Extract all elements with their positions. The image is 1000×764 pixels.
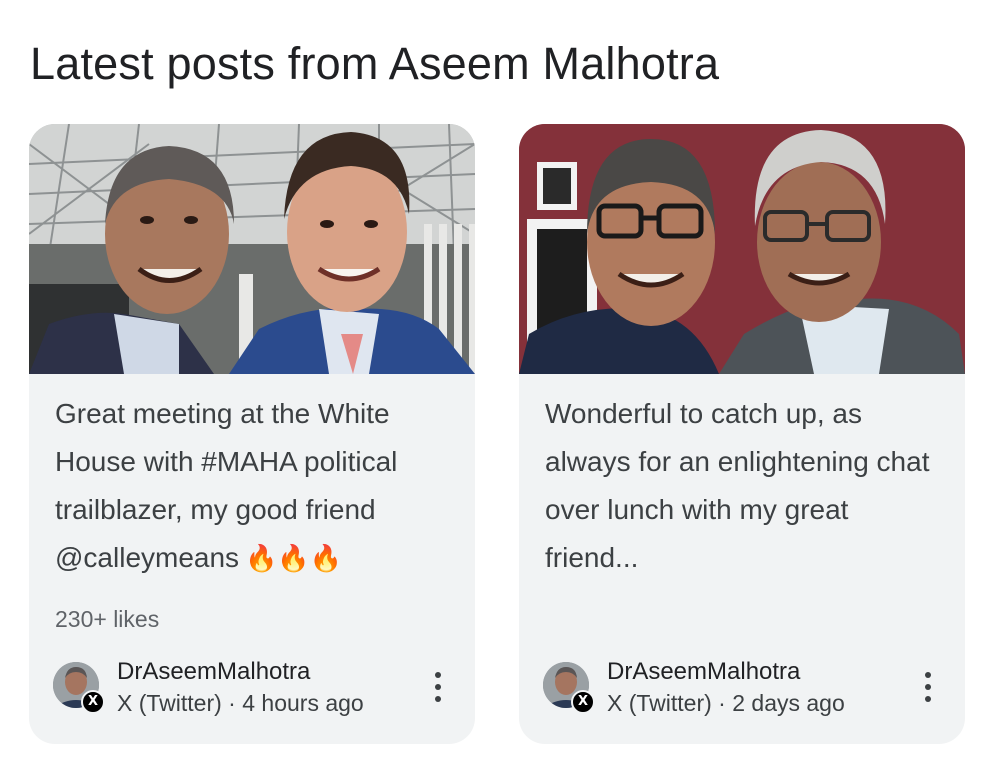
post-card-1[interactable]: Great meeting at the White House with #M… [29, 124, 475, 744]
post-meta: X (Twitter) · 2 days ago [607, 690, 845, 717]
likes-count: 230+ likes [55, 606, 160, 632]
dot-icon [435, 672, 441, 678]
post-image-2[interactable] [519, 124, 965, 374]
post-time: 4 hours ago [242, 690, 364, 716]
source-name: X (Twitter) [117, 690, 222, 716]
post-text-content: Great meeting at the White House with #M… [55, 398, 398, 573]
more-options-button[interactable] [917, 670, 939, 704]
post-text[interactable]: Great meeting at the White House with #M… [55, 390, 455, 582]
post-source: X DrAseemMalhotra X (Twitter) · 4 hours … [53, 656, 453, 716]
fire-emoji-icon: 🔥🔥🔥 [245, 543, 343, 573]
meta-separator: · [221, 690, 243, 716]
post-text[interactable]: Wonderful to catch up, as always for an … [545, 390, 945, 582]
dot-icon [925, 672, 931, 678]
post-source: X DrAseemMalhotra X (Twitter) · 2 days a… [543, 656, 943, 716]
source-name: X (Twitter) [607, 690, 712, 716]
post-card-2[interactable]: Wonderful to catch up, as always for an … [519, 124, 965, 744]
dot-icon [435, 684, 441, 690]
post-image-1[interactable] [29, 124, 475, 374]
x-logo-icon: X [571, 690, 595, 714]
post-text-content: Wonderful to catch up, as always for an … [545, 398, 930, 573]
post-meta: X (Twitter) · 4 hours ago [117, 690, 364, 717]
author-name[interactable]: DrAseemMalhotra [607, 658, 800, 686]
post-time: 2 days ago [732, 690, 845, 716]
post-photo-lunch [519, 124, 965, 374]
author-name[interactable]: DrAseemMalhotra [117, 658, 310, 686]
section-title: Latest posts from Aseem Malhotra [30, 38, 720, 89]
meta-separator: · [711, 690, 733, 716]
more-options-button[interactable] [427, 670, 449, 704]
dot-icon [435, 696, 441, 702]
post-photo-white-house [29, 124, 475, 374]
x-logo-icon: X [81, 690, 105, 714]
dot-icon [925, 696, 931, 702]
dot-icon [925, 684, 931, 690]
